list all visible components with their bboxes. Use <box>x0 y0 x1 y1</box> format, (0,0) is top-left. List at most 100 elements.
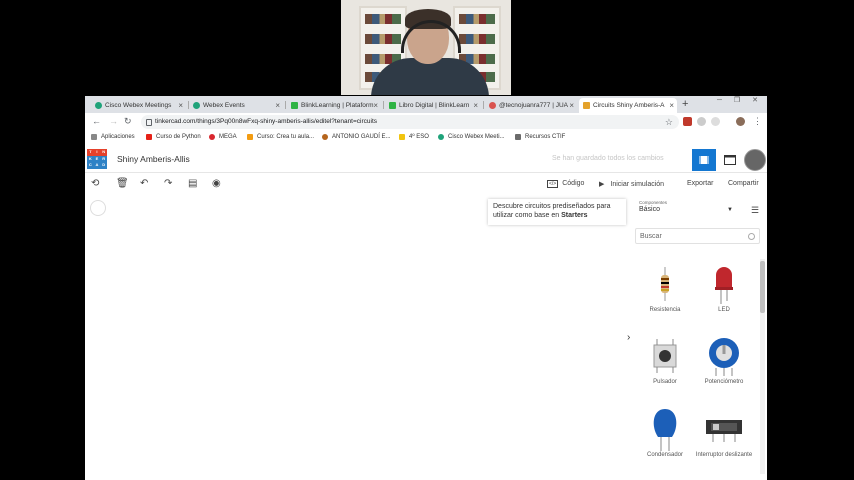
webcam-overlay <box>341 0 511 95</box>
address-bar: ← → ↻ tinkercad.com/things/3Pq00n8wFxq-s… <box>85 113 767 131</box>
schematic-view-button[interactable] <box>718 149 742 171</box>
browser-window: Cisco Webex Meetings × Webex Events × Bl… <box>85 96 767 480</box>
bookmark-curso-python[interactable]: Curso de Python <box>146 134 201 140</box>
bookmark-recursos-ctif[interactable]: Recursos CTIF <box>515 134 565 140</box>
component-resistor[interactable]: Resistencia <box>635 261 695 313</box>
user-avatar[interactable] <box>744 149 766 171</box>
starters-tooltip[interactable]: Descubre circuitos prediseñados para uti… <box>488 199 626 225</box>
slide-switch-icon <box>706 420 742 442</box>
fit-view-icon[interactable] <box>90 200 106 216</box>
bookmarks-bar: Aplicaciones Curso de Python MEGA Curso:… <box>85 131 767 145</box>
schematic-icon <box>724 155 736 165</box>
apps-icon <box>91 134 97 140</box>
components-label: Componentes <box>639 200 668 205</box>
star-icon[interactable]: ☆ <box>665 115 673 129</box>
bookmark-icon <box>247 134 253 140</box>
bookmark-curso-aula[interactable]: Curso: Crea tu aula... <box>247 134 314 140</box>
tab-libro-digital[interactable]: Libro Digital | BlinkLearn × <box>385 98 481 113</box>
list-view-icon[interactable]: ☰ <box>751 205 759 216</box>
lock-icon <box>146 119 152 126</box>
tooltip-line-2: utilizar como base en Starters <box>493 212 588 219</box>
blinklearning-icon <box>291 102 298 109</box>
panel-scrollbar[interactable] <box>760 259 765 474</box>
capacitor-icon <box>653 409 677 451</box>
tab-tecnojuanra[interactable]: @tecnojuanra777 | JUA × <box>485 98 577 113</box>
new-tab-button[interactable]: + <box>682 98 688 110</box>
close-icon[interactable]: × <box>669 101 674 110</box>
tab-label: Circuits Shiny Amberis-A <box>593 102 665 109</box>
tab-label: @tecnojuanra777 | JUA <box>499 102 568 109</box>
reload-icon[interactable]: ↻ <box>124 116 132 127</box>
chip-icon <box>699 156 709 164</box>
tinkercad-header: TIN KER CAD Shiny Amberis-Allis Se han g… <box>85 146 767 173</box>
forward-icon[interactable]: → <box>109 116 118 126</box>
url-field[interactable]: tinkercad.com/things/3Pq00n8wFxq-shiny-a… <box>141 115 679 129</box>
starters-link[interactable]: Starters <box>561 212 587 219</box>
tab-webex-meetings[interactable]: Cisco Webex Meetings × <box>91 98 186 113</box>
folder-icon <box>515 134 521 140</box>
redo-icon[interactable]: ↷ <box>164 178 172 189</box>
component-potentiometer[interactable]: Potenciómetro <box>694 333 754 385</box>
instagram-icon <box>489 102 496 109</box>
start-simulation-button[interactable]: ▶ Iniciar simulación <box>599 180 664 188</box>
search-input[interactable]: Buscar <box>635 228 760 244</box>
component-category-select[interactable]: Básico ▼ <box>639 206 733 213</box>
tab-blinklearning[interactable]: BlinkLearning | Plataform × <box>287 98 381 113</box>
bookmark-4eso[interactable]: 4º ESO <box>399 134 429 140</box>
mega-icon <box>209 134 215 140</box>
export-button[interactable]: Exportar <box>687 180 713 187</box>
menu-icon[interactable]: ⋮ <box>753 116 762 127</box>
close-icon[interactable]: × <box>178 101 183 110</box>
bookmark-icon <box>322 134 328 140</box>
component-led[interactable]: LED <box>694 261 754 313</box>
editor-toolbar: ⟲ 🗑 ↶ ↷ ▤ ◉ </> Código ▶ Iniciar simulació… <box>85 173 767 195</box>
bookmark-antonio-gaudi[interactable]: ANTONIO GAUDÍ E... <box>322 134 391 140</box>
resistor-icon <box>661 267 669 301</box>
code-button[interactable]: </> Código <box>547 180 584 188</box>
bookmark-mega[interactable]: MEGA <box>209 134 237 140</box>
youtube-icon <box>146 134 152 140</box>
blinklearning-icon <box>389 102 396 109</box>
close-icon[interactable]: × <box>473 101 478 110</box>
close-icon[interactable]: × <box>569 101 574 110</box>
components-panel: Componentes Básico ▼ ☰ Buscar Resistenci… <box>630 195 767 480</box>
share-button[interactable]: Compartir <box>728 180 759 187</box>
search-icon <box>748 233 755 240</box>
pdf-extension-icon[interactable] <box>683 117 692 126</box>
close-icon[interactable]: × <box>373 101 378 110</box>
window-controls[interactable]: ─ ❐ ✕ <box>717 96 763 104</box>
design-title[interactable]: Shiny Amberis-Allis <box>117 154 190 164</box>
tab-circuits[interactable]: Circuits Shiny Amberis-A × <box>579 98 677 113</box>
webex-icon <box>438 134 444 140</box>
eye-icon[interactable]: ◉ <box>212 178 221 189</box>
webex-icon <box>95 102 102 109</box>
tab-bar: Cisco Webex Meetings × Webex Events × Bl… <box>85 96 767 113</box>
tinkercad-icon <box>583 102 590 109</box>
trash-icon[interactable]: 🗑 <box>116 178 129 189</box>
workplane-canvas[interactable] <box>85 195 630 480</box>
tab-label: BlinkLearning | Plataform <box>301 102 374 109</box>
circuit-view-button[interactable] <box>692 149 716 171</box>
component-capacitor[interactable]: Condensador <box>635 406 695 458</box>
rotate-icon[interactable]: ⟲ <box>91 178 99 189</box>
back-icon[interactable]: ← <box>92 116 101 126</box>
bookmark-icon <box>399 134 405 140</box>
scrollbar-thumb[interactable] <box>760 261 765 313</box>
undo-icon[interactable]: ↶ <box>140 178 148 189</box>
extension-icon[interactable] <box>711 117 720 126</box>
extension-icon[interactable] <box>697 117 706 126</box>
notes-icon[interactable]: ▤ <box>188 178 197 189</box>
webex-icon <box>193 102 200 109</box>
bookmark-aplicaciones[interactable]: Aplicaciones <box>91 134 135 140</box>
component-slide-switch[interactable]: Interruptor deslizante <box>694 406 754 459</box>
bookmark-cisco-webex[interactable]: Cisco Webex Meeti... <box>438 134 505 140</box>
play-icon: ▶ <box>599 181 605 188</box>
close-icon[interactable]: × <box>275 101 280 110</box>
profile-icon[interactable] <box>736 117 745 126</box>
chevron-down-icon: ▼ <box>727 207 733 213</box>
tab-webex-events[interactable]: Webex Events × <box>189 98 283 113</box>
url-text: tinkercad.com/things/3Pq00n8wFxq-shiny-a… <box>155 118 378 125</box>
component-pushbutton[interactable]: Pulsador <box>635 333 695 385</box>
save-status: Se han guardado todos los cambios <box>552 155 664 162</box>
tinkercad-logo[interactable]: TIN KER CAD <box>87 149 107 169</box>
